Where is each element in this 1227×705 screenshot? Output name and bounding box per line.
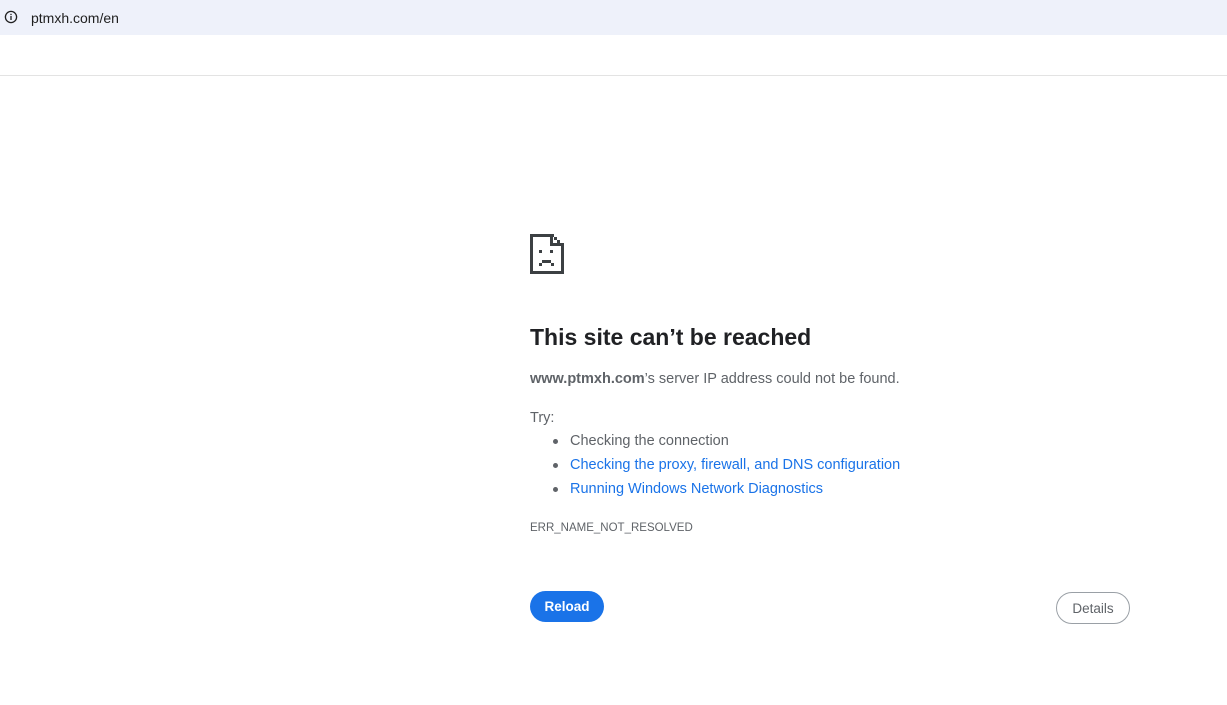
details-button[interactable]: Details bbox=[1056, 592, 1130, 624]
suggestion-check-proxy-link[interactable]: Checking the proxy, firewall, and DNS co… bbox=[570, 457, 900, 473]
reload-button[interactable]: Reload bbox=[530, 591, 604, 622]
url-text[interactable]: ptmxh.com/en bbox=[31, 9, 119, 27]
list-item: Running Windows Network Diagnostics bbox=[530, 480, 900, 504]
list-item: Checking the connection bbox=[530, 432, 900, 456]
list-item: Checking the proxy, firewall, and DNS co… bbox=[530, 456, 900, 480]
page-title: This site can’t be reached bbox=[530, 324, 812, 350]
try-label: Try: bbox=[530, 410, 555, 426]
error-code: ERR_NAME_NOT_RESOLVED bbox=[530, 522, 693, 534]
suggestions-list: Checking the connection Checking the pro… bbox=[530, 432, 900, 504]
sad-page-icon bbox=[530, 231, 564, 274]
error-host: www.ptmxh.com bbox=[530, 371, 645, 387]
toolbar-area bbox=[0, 35, 1227, 75]
error-message-suffix: ’s server IP address could not be found. bbox=[644, 371, 900, 387]
error-message: www.ptmxh.com’s server IP address could … bbox=[530, 370, 900, 388]
info-icon[interactable] bbox=[4, 10, 18, 24]
toolbar-divider bbox=[0, 75, 1227, 76]
suggestion-network-diagnostics-link[interactable]: Running Windows Network Diagnostics bbox=[570, 481, 823, 497]
address-bar[interactable]: ptmxh.com/en bbox=[0, 0, 1227, 35]
suggestion-check-connection: Checking the connection bbox=[570, 433, 729, 449]
